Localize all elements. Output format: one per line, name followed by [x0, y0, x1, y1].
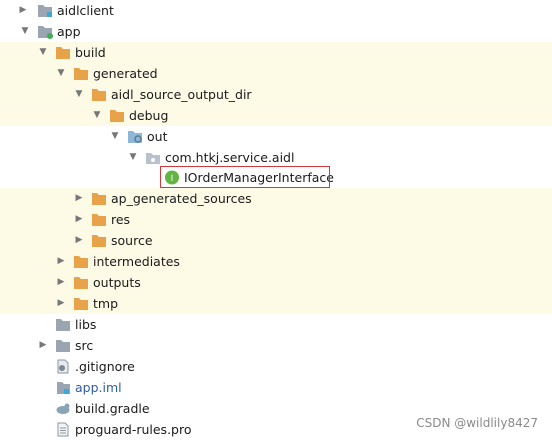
tree-label: source: [111, 233, 153, 248]
folder-icon: [92, 214, 106, 226]
tree-row-generated[interactable]: ▼ generated: [0, 63, 552, 84]
expand-arrow-icon[interactable]: ▶: [55, 272, 67, 293]
tree-label: aidlclient: [57, 3, 114, 18]
tree-row-aidl-source-output-dir[interactable]: ▼ aidl_source_output_dir: [0, 84, 552, 105]
collapse-arrow-icon[interactable]: ▼: [73, 84, 85, 105]
watermark: CSDN @wildlily8427: [416, 416, 538, 430]
collapse-arrow-icon[interactable]: ▼: [91, 105, 103, 126]
expand-arrow-icon[interactable]: ▶: [17, 0, 29, 21]
tree-label: ap_generated_sources: [111, 191, 252, 206]
tree-label: debug: [129, 108, 169, 123]
tree-label: res: [111, 212, 131, 227]
folder-icon: [92, 235, 106, 247]
folder-icon: [74, 256, 88, 268]
module-folder-icon: [38, 26, 53, 39]
folder-icon: [56, 340, 70, 352]
tree-label: com.htkj.service.aidl: [165, 150, 295, 165]
tree-label: src: [75, 338, 94, 353]
expand-arrow-icon[interactable]: ▶: [73, 209, 85, 230]
tree-row-outputs[interactable]: ▶ outputs: [0, 272, 552, 293]
tree-label: app: [57, 24, 81, 39]
collapse-arrow-icon[interactable]: ▼: [55, 63, 67, 84]
expand-arrow-icon[interactable]: ▶: [37, 335, 49, 356]
tree-row-ap-generated-sources[interactable]: ▶ ap_generated_sources: [0, 188, 552, 209]
tree-label: build: [75, 45, 106, 60]
tree-row-app[interactable]: ▼ app: [0, 21, 552, 42]
text-file-icon: [57, 422, 69, 437]
module-folder-icon: [38, 5, 52, 17]
tree-row-debug[interactable]: ▼ debug: [0, 105, 552, 126]
selection-outline: [160, 166, 330, 188]
expand-arrow-icon[interactable]: ▶: [73, 188, 85, 209]
tree-row-out[interactable]: ▼ out: [0, 126, 552, 147]
tree-row-intermediates[interactable]: ▶ intermediates: [0, 251, 552, 272]
collapse-arrow-icon[interactable]: ▼: [37, 42, 49, 63]
collapse-arrow-icon[interactable]: ▼: [127, 147, 139, 168]
folder-icon: [92, 193, 106, 205]
tree-row-tmp[interactable]: ▶ tmp: [0, 293, 552, 314]
tree-label: outputs: [93, 275, 141, 290]
ignore-file-icon: [57, 359, 69, 374]
folder-icon: [74, 277, 88, 289]
tree-label: .gitignore: [75, 359, 135, 374]
tree-label: app.iml: [75, 380, 122, 395]
tree-label: tmp: [93, 296, 119, 311]
generated-source-folder-icon: [128, 131, 142, 143]
tree-label: aidl_source_output_dir: [111, 87, 252, 102]
gradle-icon: [56, 403, 70, 414]
tree-label: libs: [75, 317, 97, 332]
expand-arrow-icon[interactable]: ▶: [55, 293, 67, 314]
tree-label: intermediates: [93, 254, 180, 269]
module-file-icon: [57, 382, 70, 394]
tree-row-build[interactable]: ▼ build: [0, 42, 552, 63]
tree-row-res[interactable]: ▶ res: [0, 209, 552, 230]
expand-arrow-icon[interactable]: ▶: [55, 251, 67, 272]
tree-label: proguard-rules.pro: [75, 422, 192, 437]
folder-icon: [92, 89, 106, 101]
package-icon: [146, 153, 160, 164]
tree-row-src[interactable]: ▶ src: [0, 335, 552, 356]
tree-row-app-iml[interactable]: app.iml: [0, 377, 552, 398]
folder-icon: [56, 47, 70, 59]
tree-label: generated: [93, 66, 158, 81]
tree-label: build.gradle: [75, 401, 150, 416]
tree-row-libs[interactable]: libs: [0, 314, 552, 335]
tree-row-package[interactable]: ▼ com.htkj.service.aidl: [0, 147, 552, 168]
expand-arrow-icon[interactable]: ▶: [73, 230, 85, 251]
folder-icon: [74, 68, 88, 80]
collapse-arrow-icon[interactable]: ▼: [19, 21, 31, 42]
tree-label: out: [147, 129, 168, 144]
tree-row-gitignore[interactable]: .gitignore: [0, 356, 552, 377]
folder-icon: [74, 298, 88, 310]
folder-icon: [56, 319, 70, 331]
collapse-arrow-icon[interactable]: ▼: [109, 126, 121, 147]
tree-row-source[interactable]: ▶ source: [0, 230, 552, 251]
folder-icon: [110, 110, 124, 122]
tree-row-aidlclient[interactable]: ▶ aidlclient: [0, 0, 552, 21]
